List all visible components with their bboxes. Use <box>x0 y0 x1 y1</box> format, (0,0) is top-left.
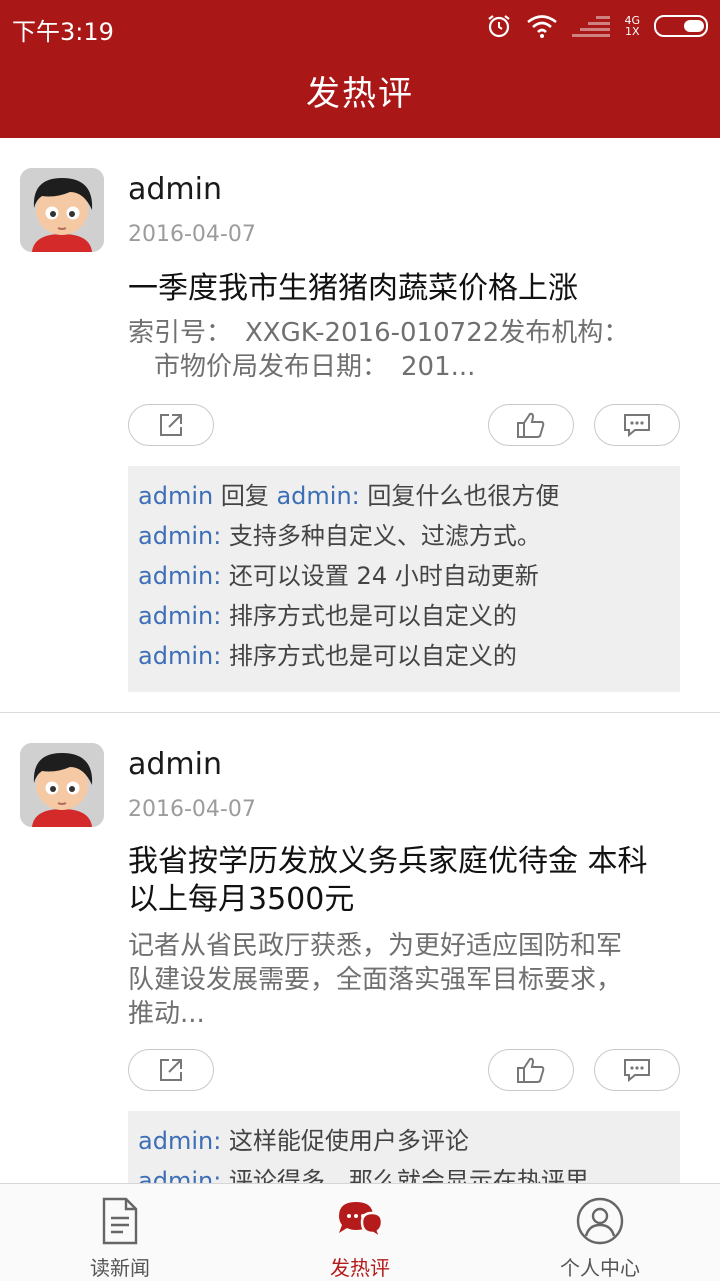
comments-box: admin 回复 admin: 回复什么也很方便 admin: 支持多种自定义、… <box>128 466 680 692</box>
tab-label: 发热评 <box>330 1256 390 1280</box>
post-summary[interactable]: 索引号： XXGK-2016-010722发布机构： 市物价局发布日期： 201… <box>128 316 680 384</box>
battery-icon <box>654 15 708 37</box>
status-bar: 下午3:19 4G 1X <box>0 0 720 52</box>
comment-item[interactable]: admin: 排序方式也是可以自定义的 <box>138 636 670 676</box>
post-summary[interactable]: 记者从省民政厅获悉，为更好适应国防和军 队建设发展需要，全面落实强军目标要求， … <box>128 929 680 1031</box>
comment-item[interactable]: admin: 还可以设置 24 小时自动更新 <box>138 556 670 596</box>
document-icon <box>102 1197 138 1245</box>
like-button[interactable] <box>488 404 574 446</box>
network-type: 4G 1X <box>624 14 640 38</box>
wifi-icon <box>527 15 558 38</box>
comment-user[interactable]: admin: <box>138 522 221 550</box>
feed-list[interactable]: admin 2016-04-07 一季度我市生猪猪肉蔬菜价格上涨 索引号： XX… <box>0 138 720 1183</box>
avatar[interactable] <box>20 743 104 827</box>
bottom-tab-bar: 读新闻 发热评 个人中心 <box>0 1183 720 1281</box>
like-button[interactable] <box>488 1049 574 1091</box>
share-button[interactable] <box>128 404 214 446</box>
comment-item[interactable]: admin 回复 admin: 回复什么也很方便 <box>138 476 670 516</box>
comment-user[interactable]: admin: <box>138 642 221 670</box>
tab-label: 个人中心 <box>560 1256 640 1280</box>
post-username[interactable]: admin <box>128 747 222 782</box>
comment-user[interactable]: admin: <box>138 562 221 590</box>
reply-target-user[interactable]: admin: <box>276 482 359 510</box>
chat-bubbles-icon <box>339 1202 384 1242</box>
post-username[interactable]: admin <box>128 172 222 207</box>
tab-hot-comments[interactable]: 发热评 <box>240 1184 480 1281</box>
comment-item[interactable]: admin: 支持多种自定义、过滤方式。 <box>138 516 670 556</box>
post-card[interactable]: admin 2016-04-07 我省按学历发放义务兵家庭优待金 本科 以上每月… <box>0 713 720 1183</box>
status-time: 下午3:19 <box>12 18 114 46</box>
comment-item[interactable]: admin: 排序方式也是可以自定义的 <box>138 596 670 636</box>
comment-user[interactable]: admin: <box>138 602 221 630</box>
post-date: 2016-04-07 <box>128 797 256 822</box>
post-card[interactable]: admin 2016-04-07 一季度我市生猪猪肉蔬菜价格上涨 索引号： XX… <box>0 138 720 713</box>
tab-label: 读新闻 <box>90 1256 150 1280</box>
comment-icon <box>624 1059 650 1083</box>
thumbs-up-icon <box>517 412 545 438</box>
tab-personal-center[interactable]: 个人中心 <box>480 1184 720 1281</box>
app-header: 发热评 <box>0 52 720 138</box>
comment-user[interactable]: admin: <box>138 1167 221 1183</box>
thumbs-up-icon <box>517 1057 545 1083</box>
post-date: 2016-04-07 <box>128 222 256 247</box>
post-title[interactable]: 一季度我市生猪猪肉蔬菜价格上涨 <box>128 270 688 308</box>
comment-item[interactable]: admin: 这样能促使用户多评论 <box>138 1121 670 1161</box>
avatar[interactable] <box>20 168 104 252</box>
tab-read-news[interactable]: 读新闻 <box>0 1184 240 1281</box>
share-button[interactable] <box>128 1049 214 1091</box>
share-icon <box>160 414 182 436</box>
user-icon <box>576 1197 624 1245</box>
comment-user[interactable]: admin: <box>138 1127 221 1155</box>
alarm-icon <box>488 15 511 38</box>
comment-user[interactable]: admin <box>138 482 213 510</box>
post-title[interactable]: 我省按学历发放义务兵家庭优待金 本科 以上每月3500元 <box>128 843 688 919</box>
page-title: 发热评 <box>306 74 414 114</box>
comment-button[interactable] <box>594 1049 680 1091</box>
signal-icon <box>572 16 611 37</box>
comment-button[interactable] <box>594 404 680 446</box>
comment-icon <box>624 414 650 438</box>
comments-box: admin: 这样能促使用户多评论 admin: 评论得多，那么就会显示在热评里 <box>128 1111 680 1183</box>
share-icon <box>160 1059 182 1081</box>
comment-item[interactable]: admin: 评论得多，那么就会显示在热评里 <box>138 1161 670 1183</box>
